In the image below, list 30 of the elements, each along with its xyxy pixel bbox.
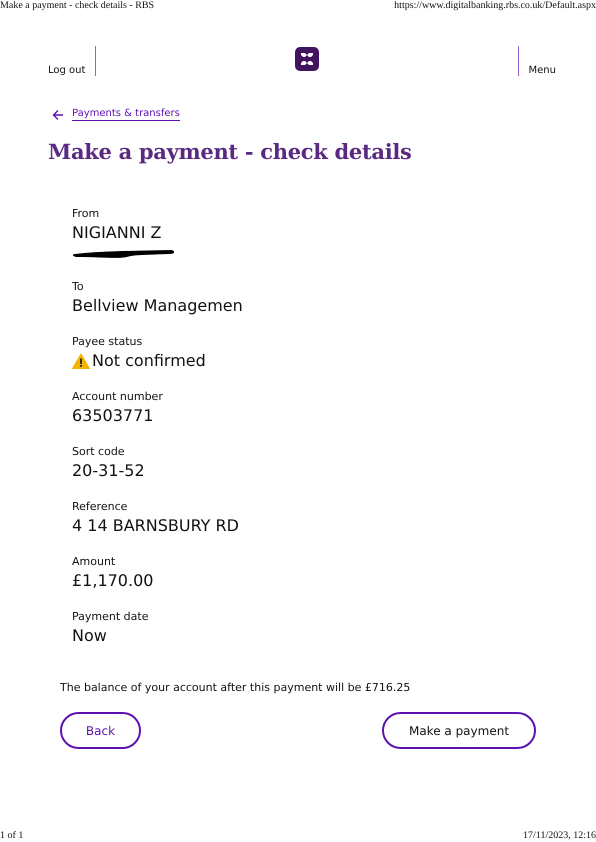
page-count: 1 of 1 bbox=[0, 830, 24, 842]
field-value: 4 14 BARNSBURY RD bbox=[72, 515, 239, 537]
page-url: https://www.digitalbanking.rbs.co.uk/Default.aspx bbox=[394, 0, 596, 12]
page-heading: Make a payment - check details bbox=[48, 139, 413, 164]
field-label: Sort code bbox=[72, 444, 125, 460]
breadcrumb-link[interactable]: Payments & transfers bbox=[72, 108, 180, 121]
field-label: From bbox=[72, 206, 100, 222]
field-label: To bbox=[72, 279, 84, 295]
field-label: Reference bbox=[72, 499, 128, 515]
make-payment-button[interactable]: Make a payment bbox=[382, 712, 536, 749]
warning-icon bbox=[72, 353, 90, 369]
logout-link[interactable]: Log out bbox=[48, 65, 86, 76]
field-value: Bellview Managemen bbox=[72, 295, 243, 317]
print-timestamp: 17/11/2023, 12:16 bbox=[523, 830, 596, 842]
logo-icon bbox=[294, 47, 319, 71]
back-arrow-icon bbox=[52, 108, 64, 120]
field-label: Payment date bbox=[72, 609, 148, 625]
field-value: NIGIANNI Z bbox=[72, 222, 162, 244]
page-title: Make a payment - check details - RBS bbox=[0, 0, 154, 12]
back-button[interactable]: Back bbox=[60, 712, 141, 749]
field-value: 63503771 bbox=[72, 405, 154, 427]
field-label: Payee status bbox=[72, 334, 142, 350]
field-value: £1,170.00 bbox=[72, 570, 154, 592]
field-value: 20-31-52 bbox=[72, 460, 145, 482]
field-value: Not confirmed bbox=[92, 350, 206, 372]
field-label: Account number bbox=[72, 389, 163, 405]
balance-note: The balance of your account after this payment will be £716.25 bbox=[60, 681, 412, 694]
menu-link[interactable]: Menu bbox=[528, 65, 556, 76]
field-label: Amount bbox=[72, 554, 116, 570]
field-value: Now bbox=[72, 625, 107, 647]
